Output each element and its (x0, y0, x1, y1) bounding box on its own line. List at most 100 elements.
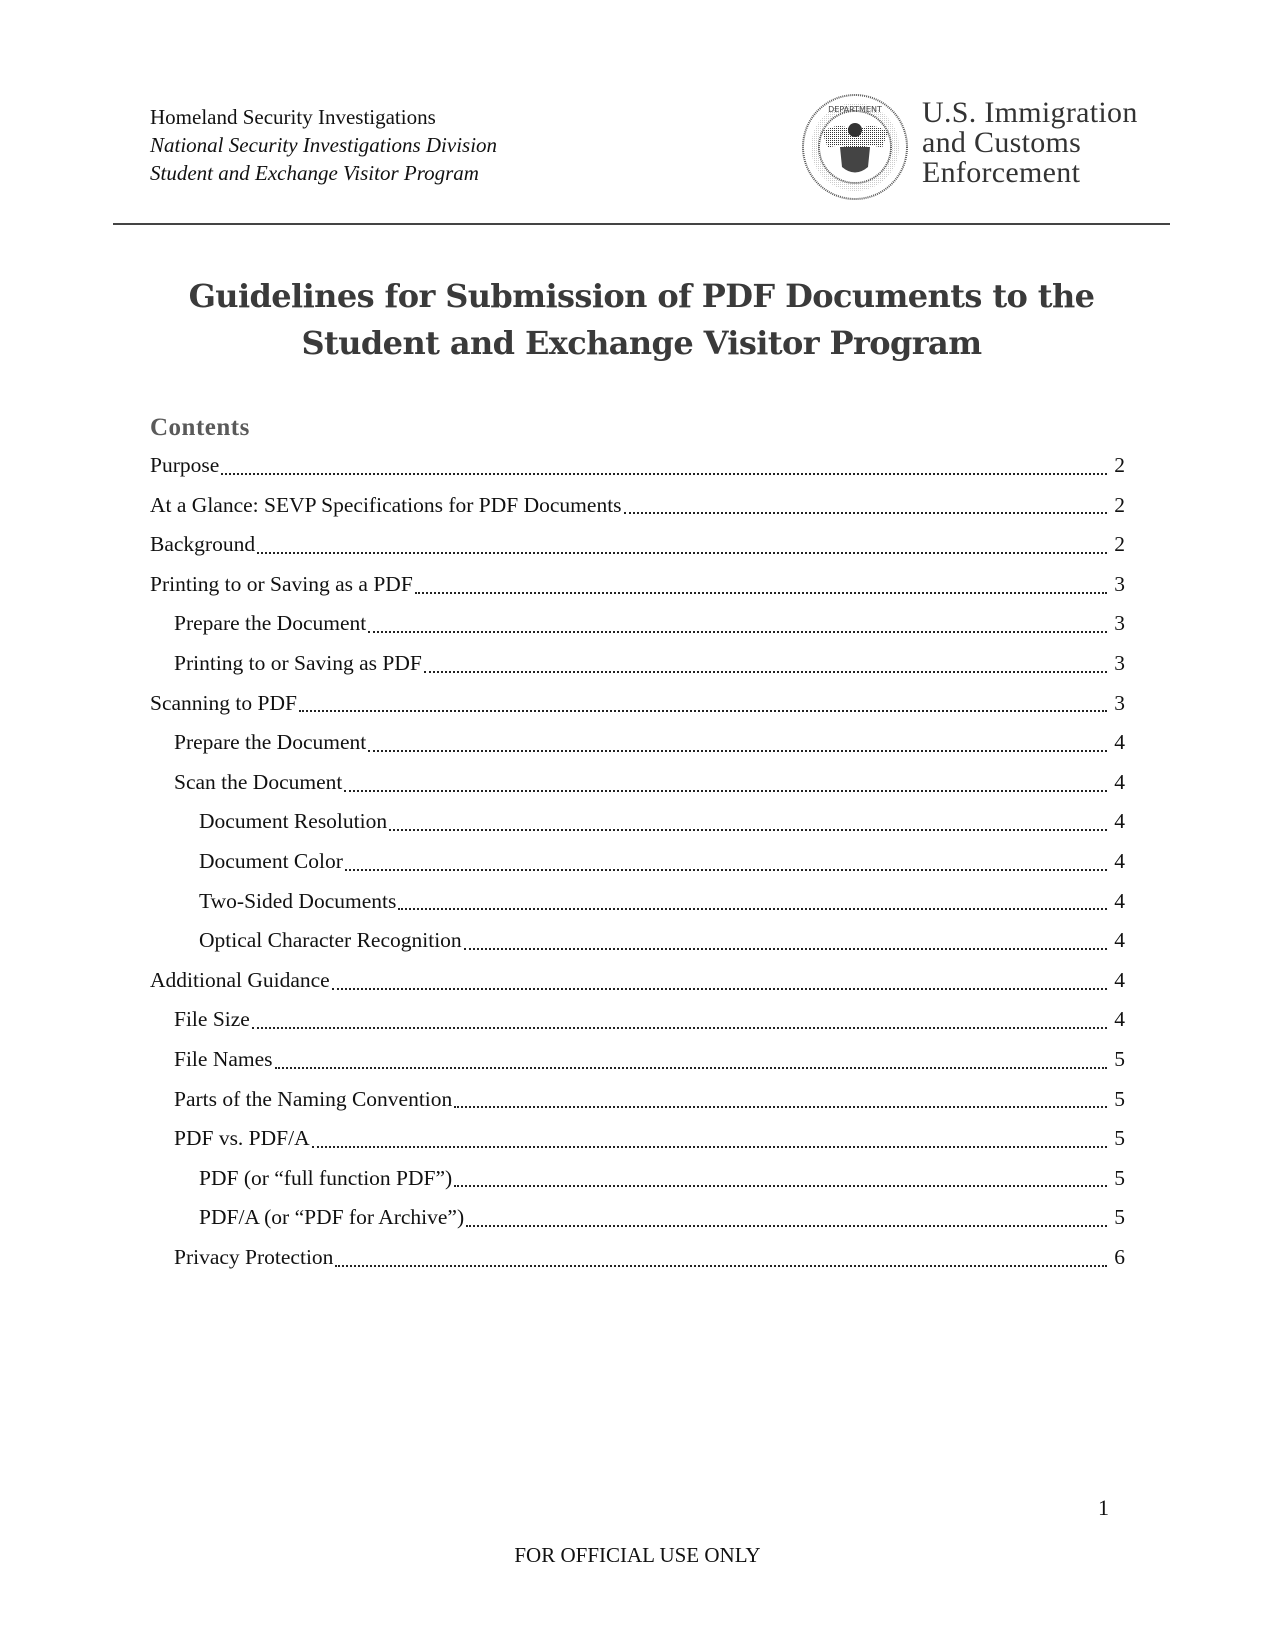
toc-entry-page[interactable]: 4 (1111, 842, 1125, 882)
toc-entry-page[interactable]: 4 (1111, 723, 1125, 763)
toc-entry[interactable]: Document Resolution 4 (150, 802, 1125, 842)
toc-dot-leader (311, 1145, 1107, 1148)
toc-entry[interactable]: Additional Guidance 4 (150, 961, 1125, 1001)
toc-entry-page[interactable]: 5 (1111, 1080, 1125, 1120)
toc-entry-label[interactable]: Printing to or Saving as PDF (174, 644, 422, 684)
toc-entry-label[interactable]: Additional Guidance (150, 961, 330, 1001)
toc-dot-leader (463, 947, 1107, 950)
toc-entry[interactable]: PDF/A (or “PDF for Archive”) 5 (150, 1198, 1125, 1238)
toc-entry-page[interactable]: 2 (1111, 446, 1125, 486)
toc-entry-label[interactable]: PDF/A (or “PDF for Archive”) (199, 1198, 464, 1238)
toc-entry[interactable]: Privacy Protection 6 (150, 1238, 1125, 1278)
toc-dot-leader (368, 631, 1107, 634)
org-line-division: National Security Investigations Divisio… (150, 133, 498, 157)
toc-entry-page[interactable]: 3 (1111, 684, 1125, 724)
toc-entry[interactable]: File Size 4 (150, 1000, 1125, 1040)
toc-dot-leader (466, 1225, 1107, 1228)
toc-entry[interactable]: Purpose 2 (150, 446, 1125, 486)
toc-entry[interactable]: Printing to or Saving as a PDF 3 (150, 565, 1125, 605)
toc-entry[interactable]: Prepare the Document 3 (150, 604, 1125, 644)
org-line-program: Student and Exchange Visitor Program (150, 161, 479, 185)
toc-entry-label[interactable]: Parts of the Naming Convention (174, 1080, 452, 1120)
agency-line-2: and Customs (922, 126, 1082, 159)
toc-dot-leader (623, 512, 1107, 515)
toc-entry[interactable]: Two-Sided Documents 4 (150, 882, 1125, 922)
toc-entry-label[interactable]: PDF (or “full function PDF”) (199, 1159, 452, 1199)
toc-dot-leader (414, 591, 1107, 594)
toc-entry[interactable]: Parts of the Naming Convention 5 (150, 1080, 1125, 1120)
toc-dot-leader (454, 1185, 1107, 1188)
toc-entry-label[interactable]: Prepare the Document (174, 604, 366, 644)
toc-entry-page[interactable]: 4 (1111, 1000, 1125, 1040)
toc-entry-page[interactable]: 3 (1111, 604, 1125, 644)
toc-dot-leader (251, 1027, 1107, 1030)
toc-entry-page[interactable]: 3 (1111, 565, 1125, 605)
toc-dot-leader (344, 789, 1107, 792)
toc-entry-label[interactable]: Privacy Protection (174, 1238, 333, 1278)
toc-entry-label[interactable]: Scan the Document (174, 763, 342, 803)
document-title: Guidelines for Submission of PDF Documen… (113, 273, 1170, 367)
table-of-contents: Purpose 2 At a Glance: SEVP Specifications… (150, 446, 1125, 1277)
header-divider (113, 223, 1170, 225)
toc-heading: Contents (150, 414, 250, 441)
toc-dot-leader (331, 987, 1107, 990)
toc-entry-label[interactable]: Document Color (199, 842, 343, 882)
toc-entry-label[interactable]: Scanning to PDF (150, 684, 297, 724)
toc-entry-label[interactable]: File Names (174, 1040, 273, 1080)
toc-entry[interactable]: Printing to or Saving as PDF 3 (150, 644, 1125, 684)
toc-entry-label[interactable]: Printing to or Saving as a PDF (150, 565, 413, 605)
toc-entry-page[interactable]: 4 (1111, 763, 1125, 803)
toc-entry[interactable]: File Names 5 (150, 1040, 1125, 1080)
toc-entry[interactable]: Optical Character Recognition 4 (150, 921, 1125, 961)
org-line-agency: Homeland Security Investigations (150, 105, 436, 129)
toc-entry-page[interactable]: 4 (1111, 921, 1125, 961)
toc-entry[interactable]: Prepare the Document 4 (150, 723, 1125, 763)
toc-entry-page[interactable]: 5 (1111, 1040, 1125, 1080)
toc-entry-page[interactable]: 5 (1111, 1198, 1125, 1238)
footer-classification: FOR OFFICIAL USE ONLY (514, 1543, 761, 1567)
toc-entry-page[interactable]: 2 (1111, 525, 1125, 565)
toc-entry-page[interactable]: 4 (1111, 802, 1125, 842)
agency-line-1: U.S. Immigration (922, 96, 1138, 129)
toc-entry-page[interactable]: 4 (1111, 882, 1125, 922)
toc-entry[interactable]: Scanning to PDF 3 (150, 684, 1125, 724)
toc-entry-label[interactable]: Prepare the Document (174, 723, 366, 763)
svg-text:DEPARTMENT: DEPARTMENT (828, 105, 882, 114)
toc-dot-leader (454, 1106, 1107, 1109)
toc-dot-leader (274, 1066, 1107, 1069)
document-title-line-1: Guidelines for Submission of PDF Documen… (188, 277, 1095, 315)
toc-entry-label[interactable]: Two-Sided Documents (199, 882, 396, 922)
toc-entry[interactable]: Scan the Document 4 (150, 763, 1125, 803)
toc-dot-leader (423, 670, 1107, 673)
toc-entry[interactable]: Background 2 (150, 525, 1125, 565)
toc-entry-label[interactable]: File Size (174, 1000, 250, 1040)
toc-entry[interactable]: PDF (or “full function PDF”) 5 (150, 1159, 1125, 1199)
toc-entry-page[interactable]: 2 (1111, 486, 1125, 526)
dhs-seal-icon: DEPARTMENT (800, 92, 910, 202)
toc-entry-label[interactable]: Purpose (150, 446, 219, 486)
toc-entry-label[interactable]: Document Resolution (199, 802, 387, 842)
toc-dot-leader (344, 868, 1107, 871)
toc-dot-leader (298, 710, 1107, 713)
toc-entry-page[interactable]: 4 (1111, 961, 1125, 1001)
toc-dot-leader (257, 551, 1107, 554)
toc-entry-label[interactable]: PDF vs. PDF/A (174, 1119, 310, 1159)
toc-dot-leader (368, 749, 1107, 752)
toc-dot-leader (389, 829, 1107, 832)
agency-line-3: Enforcement (922, 156, 1081, 189)
toc-entry-page[interactable]: 5 (1111, 1159, 1125, 1199)
header-org-block: Homeland Security Investigations Nationa… (150, 103, 497, 187)
document-title-line-2: Student and Exchange Visitor Program (301, 324, 983, 362)
toc-dot-leader (221, 472, 1107, 475)
toc-entry[interactable]: PDF vs. PDF/A 5 (150, 1119, 1125, 1159)
toc-entry[interactable]: At a Glance: SEVP Specifications for PDF… (150, 486, 1125, 526)
agency-name: U.S. Immigration and Customs Enforcement (922, 98, 1138, 188)
page-number: 1 (1098, 1495, 1109, 1520)
toc-entry-label[interactable]: At a Glance: SEVP Specifications for PDF… (150, 486, 622, 526)
toc-entry-label[interactable]: Background (150, 525, 255, 565)
toc-entry-page[interactable]: 3 (1111, 644, 1125, 684)
toc-entry-page[interactable]: 6 (1111, 1238, 1125, 1278)
toc-entry-page[interactable]: 5 (1111, 1119, 1125, 1159)
toc-entry-label[interactable]: Optical Character Recognition (199, 921, 462, 961)
toc-entry[interactable]: Document Color 4 (150, 842, 1125, 882)
